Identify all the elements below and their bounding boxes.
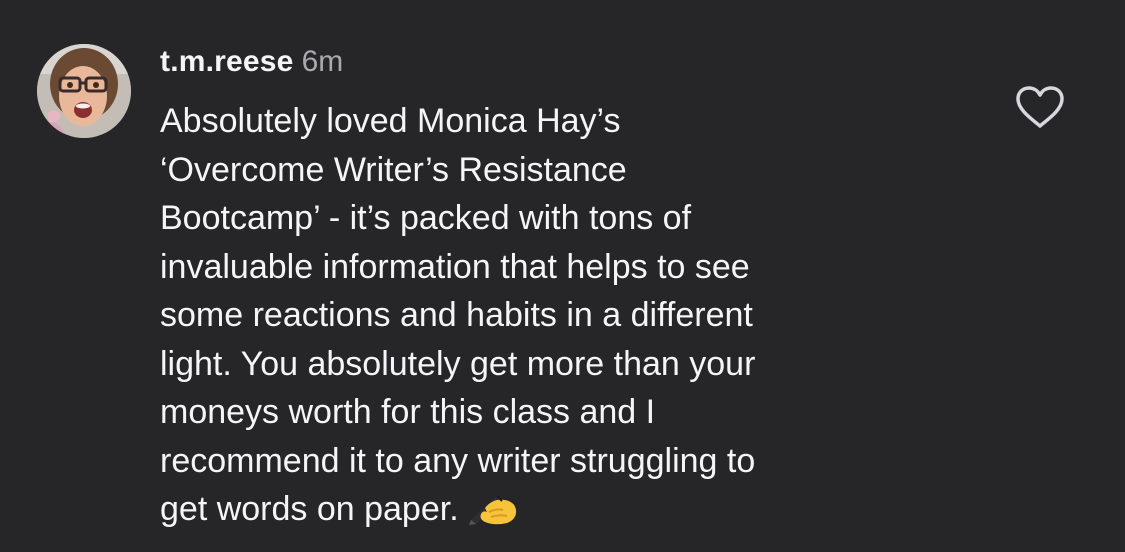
avatar[interactable] bbox=[37, 44, 131, 138]
timestamp: 6m bbox=[301, 45, 344, 78]
comment-text-line: moneys worth for this class and I bbox=[160, 393, 656, 431]
comment-text-line: recommend it to any writer struggling to bbox=[160, 441, 756, 480]
username[interactable]: t.m.reese bbox=[160, 45, 294, 78]
comment-text-line: ‘Overcome Writer’s Resistance bbox=[160, 150, 627, 189]
comment-text: Absolutely loved Monica Hay’s ‘Overcome … bbox=[160, 97, 960, 534]
comment-header: t.m.reese 6m bbox=[160, 42, 343, 82]
comment-text-line: get words on paper. bbox=[160, 490, 459, 528]
comment-text-line: Absolutely loved Monica Hay’s bbox=[160, 102, 621, 140]
comment-text-line: some reactions and habits in a different bbox=[160, 296, 753, 334]
like-button[interactable] bbox=[1014, 84, 1066, 130]
writing-hand-emoji-icon bbox=[467, 486, 519, 526]
comment-item: t.m.reese 6m Absolutely loved Monica Hay’… bbox=[0, 0, 1125, 552]
comment-text-line: Bootcamp’ - it’s packed with tons of bbox=[160, 199, 692, 237]
comment-text-last-line: get words on paper. bbox=[160, 485, 960, 534]
heart-outline-icon bbox=[1016, 86, 1064, 128]
avatar-image bbox=[37, 44, 131, 138]
comment-text-line: light. You absolutely get more than your bbox=[160, 344, 756, 383]
comment-text-line: invaluable information that helps to see bbox=[160, 247, 750, 286]
